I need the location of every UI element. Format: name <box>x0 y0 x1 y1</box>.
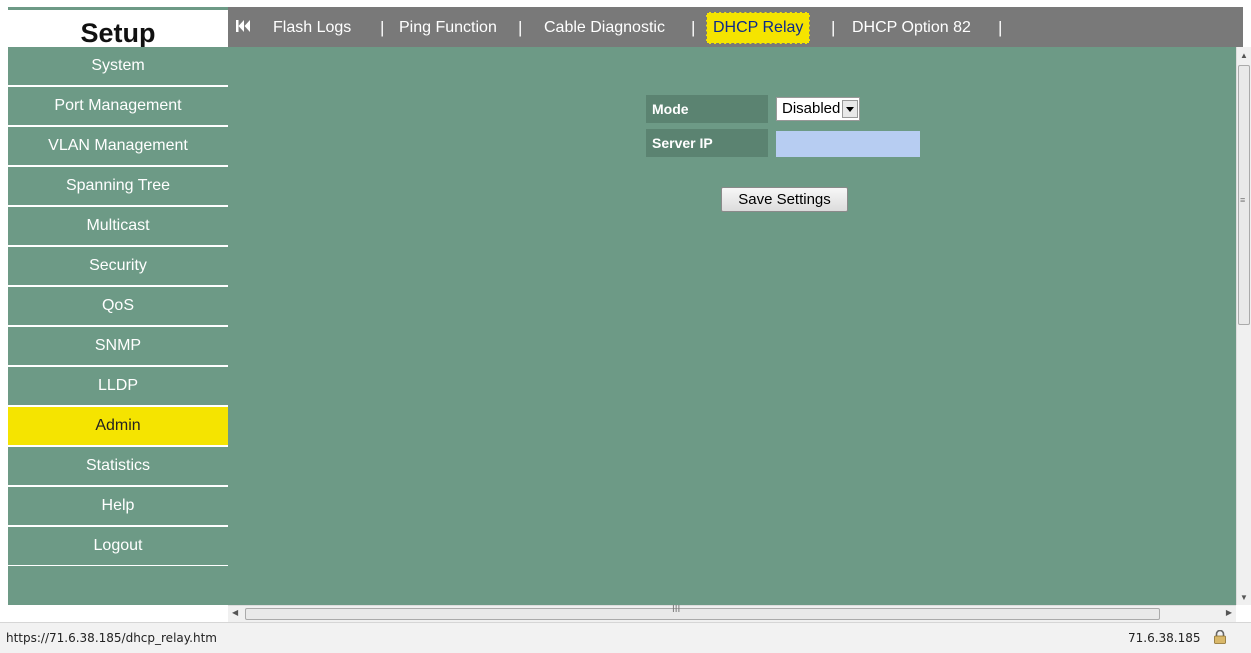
scroll-grip-icon: ≡ <box>1240 195 1246 205</box>
horizontal-scroll-thumb[interactable] <box>245 608 1160 620</box>
sidebar-item-system[interactable]: System <box>8 47 228 85</box>
tab-dhcp-relay[interactable]: DHCP Relay <box>706 12 811 44</box>
sidebar-item-admin[interactable]: Admin <box>8 407 228 445</box>
tab-bar: Flash Logs | Ping Function | Cable Diagn… <box>228 7 1243 47</box>
status-url: https://71.6.38.185/dhcp_relay.htm <box>6 631 217 645</box>
sidebar-item-help[interactable]: Help <box>8 487 228 525</box>
vertical-scrollbar[interactable]: ▲ ≡ ▼ <box>1236 47 1251 605</box>
tab-separator: | <box>998 18 1003 37</box>
sidebar-filler <box>8 566 228 605</box>
status-host: 71.6.38.185 <box>1128 631 1201 645</box>
sidebar-item-snmp[interactable]: SNMP <box>8 327 228 365</box>
tab-cable-diagnostic[interactable]: Cable Diagnostic <box>544 19 665 37</box>
tab-ping-function[interactable]: Ping Function <box>399 19 497 37</box>
sidebar-item-spanning-tree[interactable]: Spanning Tree <box>8 167 228 205</box>
mode-select[interactable]: Disabled <box>776 97 860 121</box>
mode-label: Mode <box>646 95 768 123</box>
tab-separator: | <box>380 18 385 37</box>
server-ip-input[interactable] <box>776 131 920 157</box>
tab-separator: | <box>518 18 523 37</box>
status-bar: https://71.6.38.185/dhcp_relay.htm 71.6.… <box>0 622 1251 653</box>
scroll-right-icon[interactable]: ▶ <box>1226 608 1232 617</box>
tab-separator: | <box>831 18 836 37</box>
scroll-down-icon[interactable]: ▼ <box>1240 593 1248 602</box>
sidebar-item-lldp[interactable]: LLDP <box>8 367 228 405</box>
scroll-grip-icon: III <box>672 604 681 615</box>
scroll-left-icon[interactable]: ◀ <box>232 608 238 617</box>
sidebar: Setup System Port Management VLAN Manage… <box>0 0 228 605</box>
skip-to-first-icon[interactable] <box>235 18 251 34</box>
save-settings-button[interactable]: Save Settings <box>721 187 848 212</box>
horizontal-scrollbar[interactable]: ◀ III ▶ <box>228 604 1236 622</box>
main-content: Mode Disabled Server IP Save Settings <box>228 47 1236 605</box>
tab-dhcp-option-82[interactable]: DHCP Option 82 <box>852 19 971 37</box>
sidebar-item-security[interactable]: Security <box>8 247 228 285</box>
chevron-down-icon[interactable] <box>842 100 858 118</box>
sidebar-item-port-management[interactable]: Port Management <box>8 87 228 125</box>
sidebar-item-logout[interactable]: Logout <box>8 527 228 565</box>
tab-flash-logs[interactable]: Flash Logs <box>273 19 351 37</box>
scroll-up-icon[interactable]: ▲ <box>1240 51 1248 60</box>
server-ip-label: Server IP <box>646 129 768 157</box>
mode-select-value: Disabled <box>782 100 841 117</box>
tab-separator: | <box>691 18 696 37</box>
sidebar-item-statistics[interactable]: Statistics <box>8 447 228 485</box>
lock-icon[interactable] <box>1212 630 1228 644</box>
sidebar-title: Setup <box>8 7 228 48</box>
sidebar-item-vlan-management[interactable]: VLAN Management <box>8 127 228 165</box>
sidebar-item-multicast[interactable]: Multicast <box>8 207 228 245</box>
sidebar-item-qos[interactable]: QoS <box>8 287 228 325</box>
